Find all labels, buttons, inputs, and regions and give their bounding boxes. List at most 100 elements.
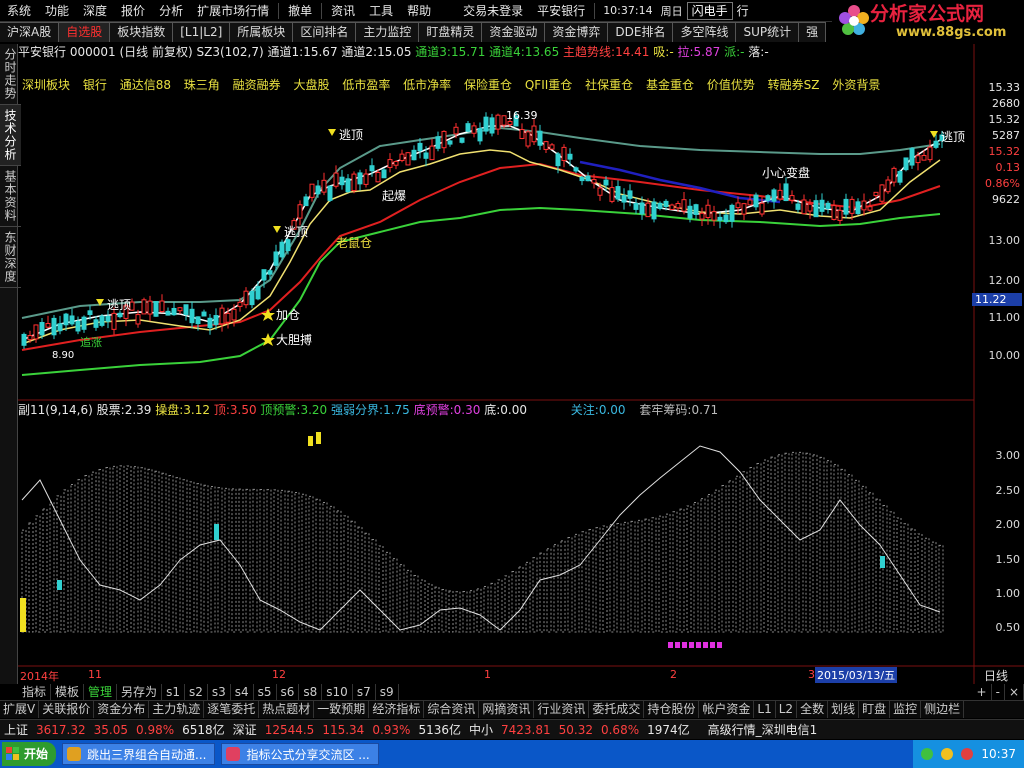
tb2-web-news[interactable]: 网摘资讯	[479, 701, 535, 718]
tb2-general-news[interactable]: 综合资讯	[424, 701, 480, 718]
taskbar-item-forum[interactable]: 指标公式分享交流区 ...	[221, 743, 379, 765]
tab-long-short[interactable]: 多空阵线	[673, 22, 737, 42]
tb2-related-quote[interactable]: 关联报价	[39, 701, 95, 718]
zoom-in-button[interactable]: +	[973, 684, 992, 700]
concept-tag[interactable]: 社保重仓	[585, 78, 633, 92]
tb2-orders[interactable]: 委托成交	[589, 701, 645, 718]
period-mode[interactable]: 日线	[984, 667, 1008, 684]
sz-label[interactable]: 深证	[229, 721, 261, 738]
tb-s6[interactable]: s6	[277, 684, 300, 700]
tb2-l1[interactable]: L1	[754, 701, 776, 718]
concept-tag[interactable]: 低市盈率	[342, 78, 390, 92]
tb2-consensus[interactable]: 一致预期	[314, 701, 370, 718]
login-status[interactable]: 交易未登录	[456, 0, 530, 22]
tab-sup-stat[interactable]: SUP统计	[736, 22, 800, 42]
menu-analysis[interactable]: 分析	[152, 0, 190, 22]
tb2-econ-index[interactable]: 经济指标	[369, 701, 425, 718]
tab-watch-elf[interactable]: 盯盘精灵	[419, 22, 483, 42]
menu-quote[interactable]: 报价	[114, 0, 152, 22]
tab-more[interactable]: 强	[799, 22, 827, 42]
sub-div: 1.75	[383, 403, 410, 417]
tab-fund-drive[interactable]: 资金驱动	[482, 22, 546, 42]
menu-cancel-order[interactable]: 撤单	[281, 0, 319, 22]
flash-trade-button[interactable]: 闪电手	[686, 1, 733, 20]
tb2-account[interactable]: 帐户资金	[699, 701, 755, 718]
tray-app-icon[interactable]	[961, 748, 974, 760]
menu-function[interactable]: 功能	[38, 0, 76, 22]
candle-body	[147, 300, 153, 315]
menu-news[interactable]: 资讯	[324, 0, 362, 22]
tb-s10[interactable]: s10	[322, 684, 353, 700]
tb2-full[interactable]: 全数	[797, 701, 829, 718]
tb-template[interactable]: 模板	[51, 684, 85, 700]
tb-s7[interactable]: s7	[353, 684, 376, 700]
menu-help[interactable]: 帮助	[400, 0, 438, 22]
tb2-holdings[interactable]: 持仓股份	[644, 701, 700, 718]
tb2-industry-news[interactable]: 行业资讯	[534, 701, 590, 718]
tb2-watch[interactable]: 盯盘	[859, 701, 891, 718]
tb-s8[interactable]: s8	[299, 684, 323, 700]
tab-range-rank[interactable]: 区间排名	[293, 22, 357, 42]
feed-source[interactable]: 高级行情_深圳电信1	[704, 721, 822, 738]
tb2-extend[interactable]: 扩展V	[0, 701, 40, 718]
tb-s2[interactable]: s2	[185, 684, 208, 700]
tb2-order-by-order[interactable]: 逐笔委托	[204, 701, 260, 718]
sh-label[interactable]: 上证	[0, 721, 32, 738]
tab-sector-index[interactable]: 板块指数	[110, 22, 174, 42]
menu-system[interactable]: 系统	[0, 0, 38, 22]
kline-chart[interactable]	[0, 44, 1024, 684]
tb-s3[interactable]: s3	[208, 684, 231, 700]
tb2-sidebar[interactable]: 侧边栏	[921, 701, 965, 718]
tb2-draw-line[interactable]: 划线	[828, 701, 860, 718]
menu-ext-market[interactable]: 扩展市场行情	[190, 0, 276, 22]
tb2-l2[interactable]: L2	[776, 701, 798, 718]
sub-bar	[546, 548, 552, 633]
tb-indicator[interactable]: 指标	[18, 684, 52, 700]
concept-tag[interactable]: 珠三角	[184, 78, 220, 92]
concept-tag[interactable]: 保险重仓	[464, 78, 512, 92]
concept-tag[interactable]: 融资融券	[233, 78, 281, 92]
tb2-monitor[interactable]: 监控	[890, 701, 922, 718]
tab-dde-rank[interactable]: DDE排名	[608, 22, 674, 42]
tb-save-as[interactable]: 另存为	[117, 684, 163, 700]
tb2-main-track[interactable]: 主力轨迹	[149, 701, 205, 718]
concept-tag[interactable]: 基金重仓	[646, 78, 694, 92]
tab-l1-l2[interactable]: [L1|L2]	[173, 22, 231, 42]
concept-tag[interactable]: 通达信88	[120, 78, 171, 92]
tray-volume-icon[interactable]	[941, 748, 954, 760]
concept-tag[interactable]: 银行	[83, 78, 107, 92]
mid-label[interactable]: 中小	[465, 721, 497, 738]
menu-tools[interactable]: 工具	[362, 0, 400, 22]
tab-main-monitor[interactable]: 主力监控	[356, 22, 420, 42]
tab-fund-game[interactable]: 资金博弈	[545, 22, 609, 42]
tab-own-sector[interactable]: 所属板块	[230, 22, 294, 42]
concept-tag[interactable]: 低市净率	[403, 78, 451, 92]
start-button[interactable]: 开始	[2, 742, 56, 766]
menu-extra[interactable]: 行	[735, 0, 751, 22]
zoom-out-button[interactable]: -	[992, 684, 1005, 700]
tb2-fund-dist[interactable]: 资金分布	[94, 701, 150, 718]
indicator-name[interactable]: SZ3(102,7)	[197, 45, 264, 59]
concept-tag[interactable]: 深圳板块	[22, 78, 70, 92]
concept-tag[interactable]: 大盘股	[293, 78, 329, 92]
tab-hs-a[interactable]: 沪深A股	[0, 22, 60, 42]
tb2-hot-topics[interactable]: 热点题材	[259, 701, 315, 718]
tray-network-icon[interactable]	[921, 748, 934, 760]
candle-body	[195, 316, 201, 325]
concept-tag[interactable]: QFII重仓	[525, 78, 572, 92]
tb-s5[interactable]: s5	[254, 684, 277, 700]
low-price-label: 8.90	[52, 350, 75, 361]
tb-s4[interactable]: s4	[231, 684, 254, 700]
tb-manage[interactable]: 管理	[84, 684, 118, 700]
tb-s1[interactable]: s1	[162, 684, 185, 700]
tb-s9[interactable]: s9	[376, 684, 399, 700]
taskbar-item-formula[interactable]: 跳出三界组合自动通...	[62, 743, 216, 765]
concept-tag[interactable]: 转融券SZ	[768, 78, 820, 92]
sub-bar	[315, 498, 321, 633]
sub-name[interactable]: 副11(9,14,6)	[18, 403, 93, 417]
close-panel-button[interactable]: ×	[1005, 684, 1024, 700]
concept-tag[interactable]: 外资背景	[832, 78, 880, 92]
concept-tag[interactable]: 价值优势	[707, 78, 755, 92]
tab-watchlist[interactable]: 自选股	[59, 22, 111, 42]
menu-depth[interactable]: 深度	[76, 0, 114, 22]
